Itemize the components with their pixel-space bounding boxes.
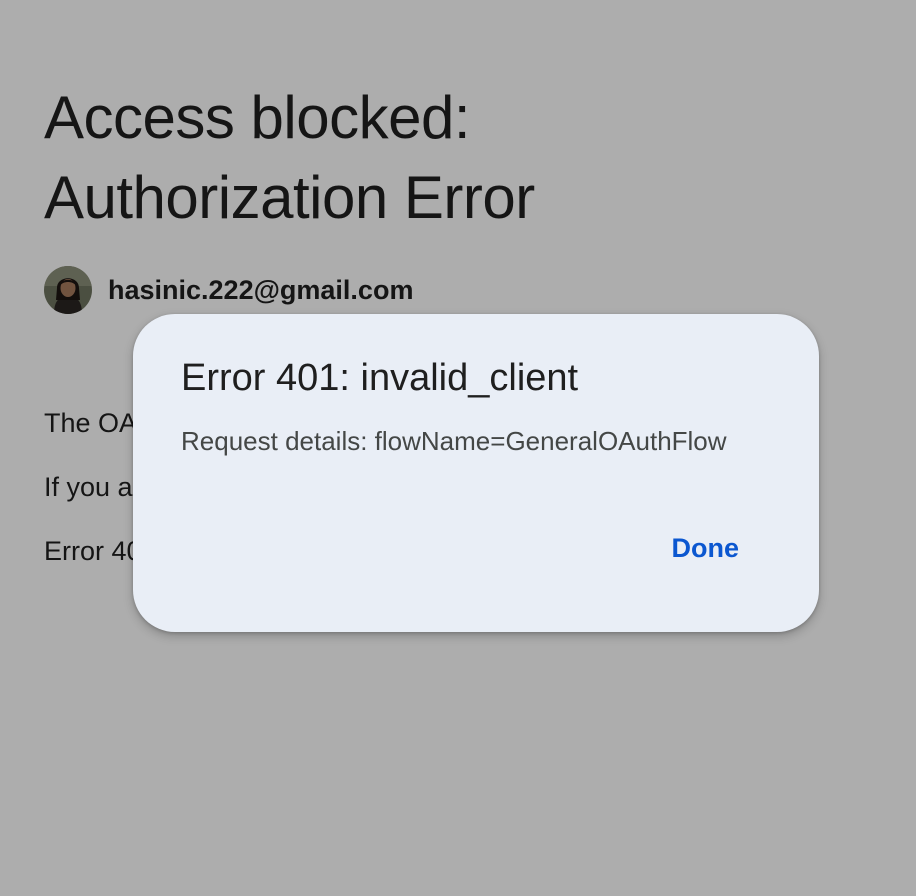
done-button[interactable]: Done	[648, 524, 764, 572]
dialog-title: Error 401: invalid_client	[181, 357, 579, 399]
request-details-text: Request details: flowName=GeneralOAuthFl…	[181, 426, 727, 456]
error-dialog: Error 401: invalid_client Request detail…	[133, 314, 819, 632]
